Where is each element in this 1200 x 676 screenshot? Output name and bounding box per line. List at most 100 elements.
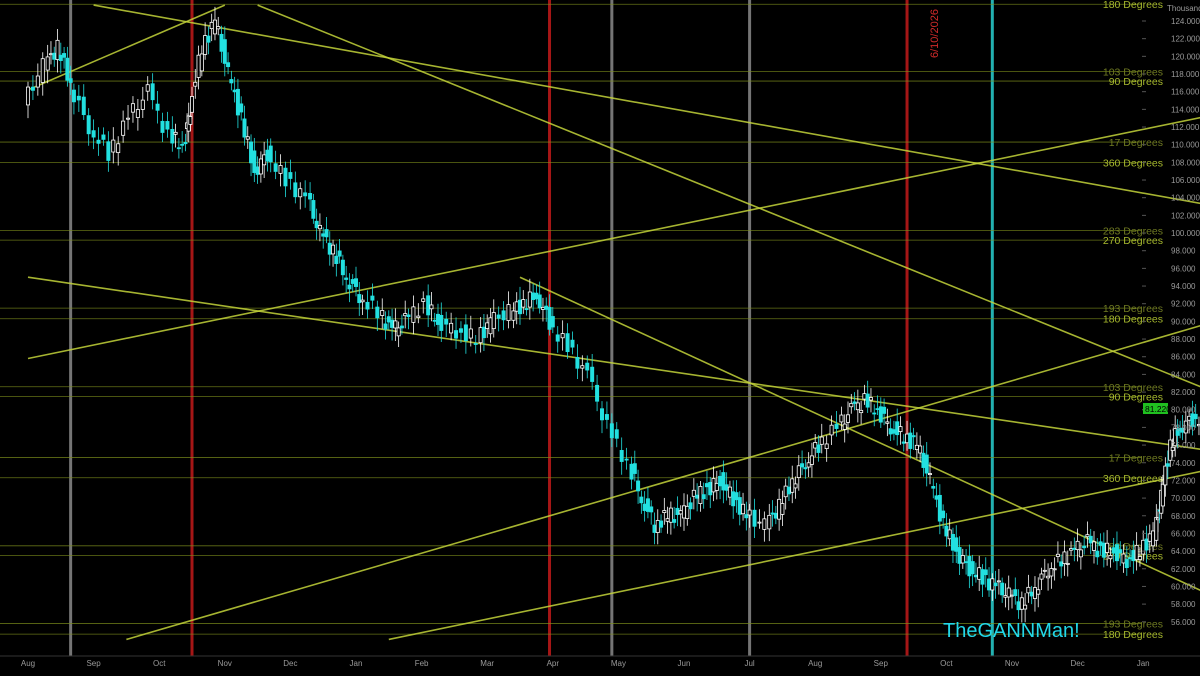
candle-body [834, 423, 839, 429]
degree-level-label-2: 90 Degrees [1109, 76, 1163, 88]
candle-body [609, 423, 614, 439]
candle-body [390, 319, 395, 328]
candle-body [1155, 517, 1160, 521]
candle-body [370, 295, 375, 301]
candle-body [360, 299, 365, 303]
candle-body [245, 136, 250, 140]
candle-body [293, 182, 298, 198]
candle-body [996, 580, 1001, 583]
x-tick-label: Dec [283, 659, 297, 668]
candle-body [262, 154, 267, 166]
candle-body [544, 305, 549, 310]
candle-body [396, 327, 401, 337]
y-tick-label: 58.000 [1171, 600, 1196, 609]
candle-body [488, 317, 493, 335]
candle-body [636, 480, 641, 492]
fan-line-3 [27, 116, 1200, 360]
candle-body [731, 491, 736, 507]
candle-body [1128, 557, 1133, 560]
candle-body [614, 429, 619, 439]
candle-body [444, 318, 449, 325]
candle-body [767, 514, 772, 530]
x-tick-label: Aug [808, 659, 822, 668]
candle-body [135, 109, 140, 118]
candle-body [491, 312, 496, 330]
candle-body [411, 306, 416, 323]
y-tick-label: 78.000 [1171, 423, 1196, 432]
candle-body [649, 506, 654, 513]
x-tick-label: Sep [874, 659, 889, 668]
candle-body [76, 95, 81, 101]
candle-body [170, 128, 175, 144]
candle-body [1108, 555, 1113, 560]
candle-body [665, 518, 670, 522]
candle-body [239, 103, 244, 113]
candle-body [1141, 539, 1146, 555]
x-tick-label: Feb [415, 659, 429, 668]
x-tick-label: Mar [480, 659, 494, 668]
y-tick-label: 86.000 [1171, 353, 1196, 362]
y-tick-label: 70.000 [1171, 494, 1196, 503]
candle-body [816, 444, 821, 453]
y-tick-label: 74.000 [1171, 459, 1196, 468]
candle-body [1059, 561, 1064, 567]
candle-body [662, 510, 667, 513]
candle-body [45, 56, 50, 71]
candle-body [116, 143, 121, 154]
candle-body [905, 433, 910, 444]
candle-body [86, 115, 91, 135]
candle-body [255, 166, 260, 175]
candle-body [454, 330, 459, 339]
candle-body [714, 482, 719, 491]
candle-body [1013, 589, 1018, 597]
candle-body [708, 481, 713, 496]
candle-body [429, 304, 434, 310]
candle-body [547, 307, 552, 330]
candle-body [878, 406, 883, 423]
candle-body [891, 429, 896, 434]
candle-body [340, 259, 345, 276]
candle-body [957, 547, 962, 564]
candle-body [659, 520, 664, 528]
candle-body [165, 121, 170, 130]
candle-body [268, 145, 273, 163]
candle-body [126, 117, 131, 120]
candle-body [672, 519, 677, 523]
candle-body [206, 35, 211, 43]
candle-body [859, 409, 864, 414]
degree-level-label-12: 360 Degrees [1103, 473, 1163, 485]
y-tick-label: 106.000 [1171, 176, 1200, 185]
candle-body [298, 188, 303, 198]
y-tick-label: 104.000 [1171, 194, 1200, 203]
candle-body [1165, 463, 1170, 467]
candle-body [353, 278, 358, 287]
candle-body [380, 310, 385, 316]
y-tick-label: 64.000 [1171, 547, 1196, 556]
x-tick-label: Sep [86, 659, 101, 668]
x-tick-label: Aug [21, 659, 35, 668]
candle-body [518, 299, 523, 315]
candle-body [875, 408, 880, 410]
candle-body [1026, 586, 1031, 594]
candle-body [232, 89, 237, 93]
candle-body [639, 496, 644, 504]
candle-body [908, 432, 913, 449]
candle-body [937, 494, 942, 522]
candle-body [226, 62, 231, 68]
candle-body [1114, 544, 1119, 562]
candle-body [222, 39, 227, 64]
y-tick-label: 102.000 [1171, 211, 1200, 220]
candle-body [895, 421, 900, 436]
candle-body [196, 54, 201, 78]
candle-body [970, 561, 975, 575]
candle-body [645, 498, 650, 512]
candle-body [173, 131, 178, 135]
candle-body [701, 494, 706, 500]
candle-body [303, 192, 308, 197]
candle-body [386, 316, 391, 323]
price-chart[interactable]: 180 Degrees103 Degrees90 Degrees17 Degre… [0, 0, 1200, 671]
y-tick-label: 96.000 [1171, 264, 1196, 273]
y-tick-label: 122.000 [1171, 35, 1200, 44]
candle-body [824, 443, 829, 450]
candle-body [1095, 550, 1100, 558]
